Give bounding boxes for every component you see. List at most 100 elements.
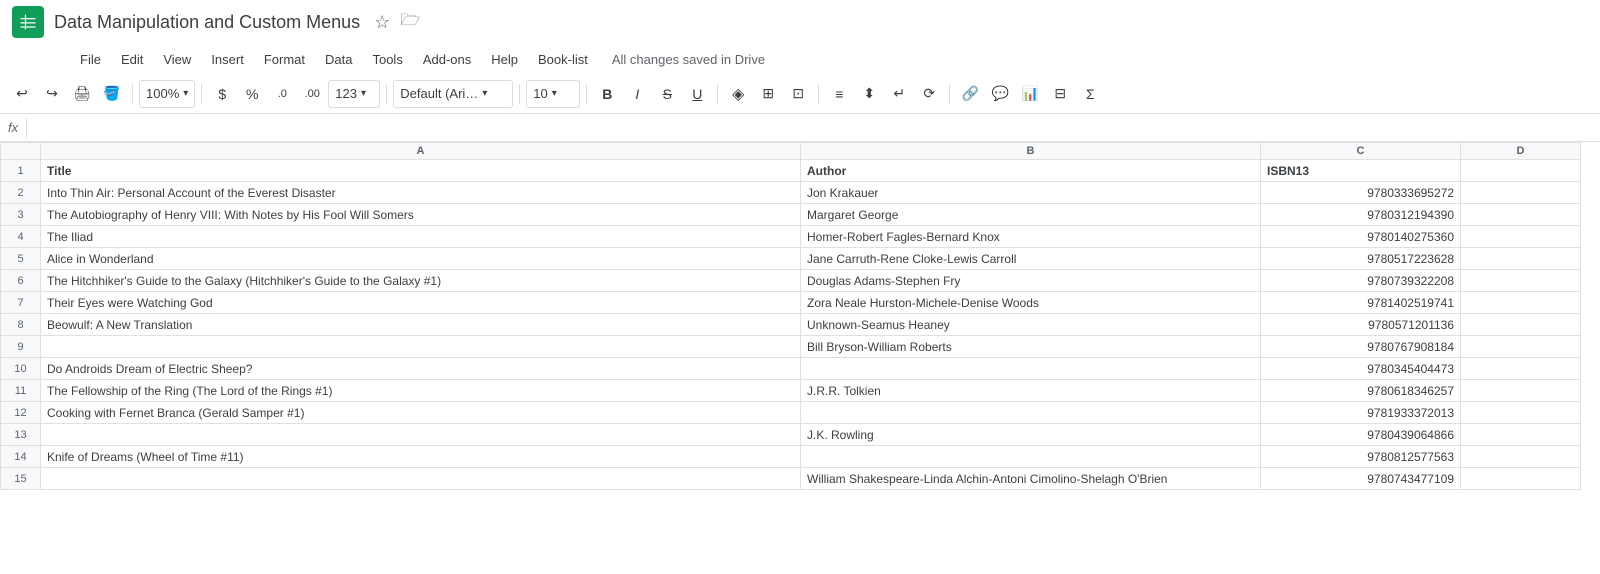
cell-d15[interactable] [1461, 468, 1581, 490]
menu-item-tools[interactable]: Tools [364, 48, 410, 71]
cell-a8[interactable]: Beowulf: A New Translation [41, 314, 801, 336]
menu-item-addons[interactable]: Add-ons [415, 48, 479, 71]
paint-format-button[interactable]: 🪣 [98, 80, 126, 108]
cell-c15[interactable]: 9780743477109 [1261, 468, 1461, 490]
cell-d8[interactable] [1461, 314, 1581, 336]
bold-button[interactable]: B [593, 80, 621, 108]
fontsize-select[interactable]: 10 ▾ [526, 80, 580, 108]
folder-icon[interactable]: 🗁 [400, 9, 420, 36]
cell-c12[interactable]: 9781933372013 [1261, 402, 1461, 424]
percent-button[interactable]: % [238, 80, 266, 108]
align-button[interactable]: ≡ [825, 80, 853, 108]
cell-a13[interactable] [41, 424, 801, 446]
currency-button[interactable]: $ [208, 80, 236, 108]
col-header-a[interactable]: A [41, 143, 801, 160]
star-icon[interactable]: ☆ [374, 12, 390, 33]
cell-d14[interactable] [1461, 446, 1581, 468]
cell-a10[interactable]: Do Androids Dream of Electric Sheep? [41, 358, 801, 380]
filter-button[interactable]: ⊟ [1046, 80, 1074, 108]
cell-d3[interactable] [1461, 204, 1581, 226]
cell-a12[interactable]: Cooking with Fernet Branca (Gerald Sampe… [41, 402, 801, 424]
cell-b11[interactable]: J.R.R. Tolkien [801, 380, 1261, 402]
cell-b13[interactable]: J.K. Rowling [801, 424, 1261, 446]
cell-d4[interactable] [1461, 226, 1581, 248]
col-header-d[interactable]: D [1461, 143, 1581, 160]
cell-b5[interactable]: Jane Carruth-Rene Cloke-Lewis Carroll [801, 248, 1261, 270]
cell-a7[interactable]: Their Eyes were Watching God [41, 292, 801, 314]
cell-c9[interactable]: 9780767908184 [1261, 336, 1461, 358]
cell-c10[interactable]: 9780345404473 [1261, 358, 1461, 380]
cell-c5[interactable]: 9780517223628 [1261, 248, 1461, 270]
col-header-c[interactable]: C [1261, 143, 1461, 160]
cell-c8[interactable]: 9780571201136 [1261, 314, 1461, 336]
rotate-button[interactable]: ⟳ [915, 80, 943, 108]
cell-a9[interactable] [41, 336, 801, 358]
cell-b9[interactable]: Bill Bryson-William Roberts [801, 336, 1261, 358]
cell-b4[interactable]: Homer-Robert Fagles-Bernard Knox [801, 226, 1261, 248]
cell-a14[interactable]: Knife of Dreams (Wheel of Time #11) [41, 446, 801, 468]
cell-d12[interactable] [1461, 402, 1581, 424]
cell-a11[interactable]: The Fellowship of the Ring (The Lord of … [41, 380, 801, 402]
cell-d9[interactable] [1461, 336, 1581, 358]
redo-button[interactable]: ↪ [38, 80, 66, 108]
cell-b8[interactable]: Unknown-Seamus Heaney [801, 314, 1261, 336]
cell-d5[interactable] [1461, 248, 1581, 270]
underline-button[interactable]: U [683, 80, 711, 108]
cell-c3[interactable]: 9780312194390 [1261, 204, 1461, 226]
merge-button[interactable]: ⊡ [784, 80, 812, 108]
function-button[interactable]: Σ [1076, 80, 1104, 108]
cell-a4[interactable]: The Iliad [41, 226, 801, 248]
cell-a5[interactable]: Alice in Wonderland [41, 248, 801, 270]
menu-item-booklist[interactable]: Book-list [530, 48, 596, 71]
cell-b7[interactable]: Zora Neale Hurston-Michele-Denise Woods [801, 292, 1261, 314]
cell-c14[interactable]: 9780812577563 [1261, 446, 1461, 468]
cell-b14[interactable] [801, 446, 1261, 468]
cell-a15[interactable] [41, 468, 801, 490]
menu-item-insert[interactable]: Insert [203, 48, 252, 71]
col-header-b[interactable]: B [801, 143, 1261, 160]
menu-item-edit[interactable]: Edit [113, 48, 151, 71]
cell-d10[interactable] [1461, 358, 1581, 380]
cell-b12[interactable] [801, 402, 1261, 424]
decimal0-button[interactable]: .0 [268, 80, 296, 108]
fill-color-button[interactable]: ◈ [724, 80, 752, 108]
undo-button[interactable]: ↩ [8, 80, 36, 108]
decimal00-button[interactable]: .00 [298, 80, 326, 108]
cell-c13[interactable]: 9780439064866 [1261, 424, 1461, 446]
cell-b10[interactable] [801, 358, 1261, 380]
menu-item-file[interactable]: File [72, 48, 109, 71]
strikethrough-button[interactable]: S [653, 80, 681, 108]
format-select[interactable]: 123 ▾ [328, 80, 380, 108]
cell-a6[interactable]: The Hitchhiker's Guide to the Galaxy (Hi… [41, 270, 801, 292]
cell-b1[interactable]: Author [801, 160, 1261, 182]
menu-item-view[interactable]: View [155, 48, 199, 71]
cell-b2[interactable]: Jon Krakauer [801, 182, 1261, 204]
cell-a3[interactable]: The Autobiography of Henry VIII: With No… [41, 204, 801, 226]
zoom-select[interactable]: 100% ▾ [139, 80, 195, 108]
comment-button[interactable]: 💬 [986, 80, 1014, 108]
font-select[interactable]: Default (Ari… ▾ [393, 80, 513, 108]
cell-d1[interactable] [1461, 160, 1581, 182]
print-button[interactable]: 🖨 [68, 80, 96, 108]
menu-item-data[interactable]: Data [317, 48, 360, 71]
cell-d2[interactable] [1461, 182, 1581, 204]
italic-button[interactable]: I [623, 80, 651, 108]
cell-a1[interactable]: Title [41, 160, 801, 182]
cell-b15[interactable]: William Shakespeare-Linda Alchin-Antoni … [801, 468, 1261, 490]
borders-button[interactable]: ⊞ [754, 80, 782, 108]
valign-button[interactable]: ⬍ [855, 80, 883, 108]
menu-item-format[interactable]: Format [256, 48, 313, 71]
cell-a2[interactable]: Into Thin Air: Personal Account of the E… [41, 182, 801, 204]
cell-c1[interactable]: ISBN13 [1261, 160, 1461, 182]
wrap-button[interactable]: ↵ [885, 80, 913, 108]
formula-input[interactable] [35, 118, 1592, 138]
cell-c4[interactable]: 9780140275360 [1261, 226, 1461, 248]
cell-b3[interactable]: Margaret George [801, 204, 1261, 226]
chart-button[interactable]: 📊 [1016, 80, 1044, 108]
cell-d11[interactable] [1461, 380, 1581, 402]
cell-d6[interactable] [1461, 270, 1581, 292]
cell-d13[interactable] [1461, 424, 1581, 446]
cell-c11[interactable]: 9780618346257 [1261, 380, 1461, 402]
cell-c2[interactable]: 9780333695272 [1261, 182, 1461, 204]
menu-item-help[interactable]: Help [483, 48, 526, 71]
